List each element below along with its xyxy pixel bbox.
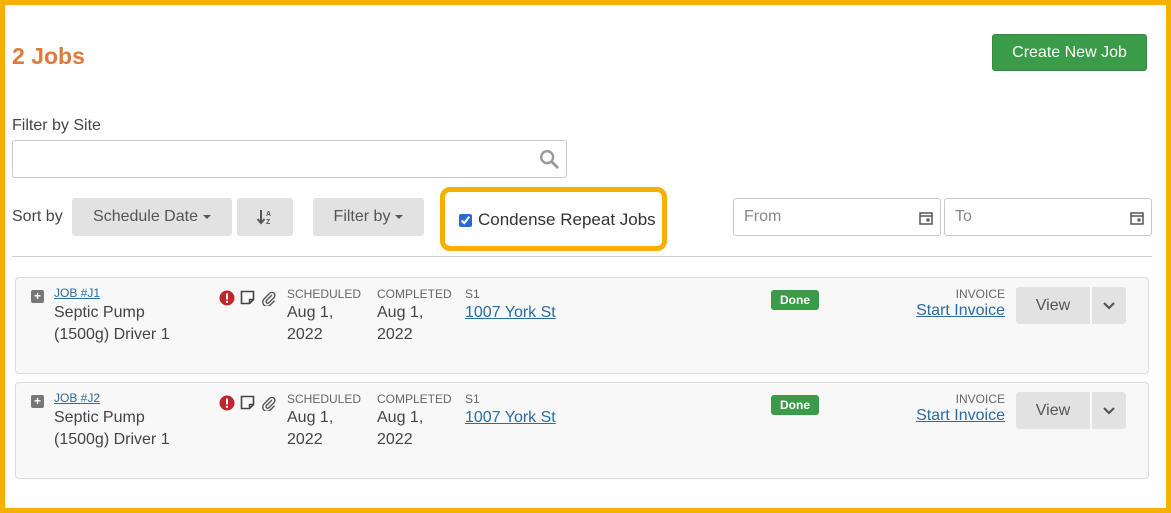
completed-label: COMPLETED <box>377 392 452 406</box>
completed-date: Aug 1, 2022 <box>377 409 424 448</box>
expand-icon[interactable]: + <box>31 290 44 303</box>
sort-direction-icon: A Z <box>256 210 271 226</box>
job-card: + JOB #J2 Septic Pump (1500g) Driver 1 S… <box>15 382 1149 479</box>
calendar-icon[interactable] <box>919 211 933 225</box>
job-indicator-icons <box>218 289 277 306</box>
search-icon[interactable] <box>538 148 560 170</box>
to-placeholder: To <box>955 208 972 225</box>
alert-icon[interactable] <box>218 289 235 306</box>
create-new-job-button[interactable]: Create New Job <box>992 34 1147 71</box>
view-button[interactable]: View <box>1016 392 1090 429</box>
paperclip-icon[interactable] <box>260 394 277 411</box>
condense-checkbox[interactable] <box>459 213 472 227</box>
status-badge: Done <box>771 290 819 310</box>
invoice-label: INVOICE <box>955 392 1005 406</box>
page-title: 2 Jobs <box>12 43 85 69</box>
completed-date: Aug 1, 2022 <box>377 304 424 343</box>
alert-icon[interactable] <box>218 394 235 411</box>
condense-repeat-jobs-toggle[interactable]: Condense Repeat Jobs <box>459 210 656 230</box>
site-address-link[interactable]: 1007 York St <box>465 407 556 429</box>
chevron-down-icon <box>1103 301 1115 310</box>
scheduled-date: Aug 1, 2022 <box>287 409 334 448</box>
scheduled-date: Aug 1, 2022 <box>287 304 334 343</box>
calendar-icon[interactable] <box>1130 211 1144 225</box>
filter-site-label: Filter by Site <box>12 117 101 134</box>
site-search-input[interactable] <box>19 142 534 176</box>
scheduled-label: SCHEDULED <box>287 287 362 301</box>
start-invoice-link[interactable]: Start Invoice <box>916 407 1005 425</box>
sort-field-dropdown[interactable]: Schedule Date <box>72 198 232 236</box>
completed-label: COMPLETED <box>377 287 452 301</box>
divider <box>12 256 1152 257</box>
caret-down-icon <box>395 215 404 219</box>
view-button[interactable]: View <box>1016 287 1090 324</box>
site-code: S1 <box>465 287 480 301</box>
from-date-field[interactable]: From <box>733 198 941 236</box>
job-indicator-icons <box>218 394 277 411</box>
job-card: + JOB #J1 Septic Pump (1500g) Driver 1 S… <box>15 277 1149 374</box>
view-options-button[interactable] <box>1092 392 1126 429</box>
sort-by-label: Sort by <box>12 208 63 225</box>
site-address-link[interactable]: 1007 York St <box>465 302 556 324</box>
app-frame: 2 Jobs Create New Job Filter by Site Sor… <box>0 0 1171 513</box>
paperclip-icon[interactable] <box>260 289 277 306</box>
invoice-label: INVOICE <box>955 287 1005 301</box>
sort-field-value: Schedule Date <box>93 208 198 225</box>
from-placeholder: From <box>744 208 782 225</box>
filter-by-label: Filter by <box>333 208 391 225</box>
note-icon[interactable] <box>239 289 256 306</box>
site-code: S1 <box>465 392 480 406</box>
start-invoice-link[interactable]: Start Invoice <box>916 302 1005 320</box>
sort-direction-button[interactable]: A Z <box>237 198 293 236</box>
filter-site-field <box>12 140 567 178</box>
job-name: Septic Pump (1500g) Driver 1 <box>54 304 170 343</box>
note-icon[interactable] <box>239 394 256 411</box>
caret-down-icon <box>202 215 211 219</box>
svg-text:A: A <box>266 211 271 218</box>
to-date-field[interactable]: To <box>944 198 1152 236</box>
scheduled-label: SCHEDULED <box>287 392 362 406</box>
status-badge: Done <box>771 395 819 415</box>
svg-text:Z: Z <box>266 219 271 226</box>
job-name: Septic Pump (1500g) Driver 1 <box>54 409 170 448</box>
condense-label: Condense Repeat Jobs <box>478 210 656 229</box>
job-number-link[interactable]: JOB #J1 <box>54 286 100 300</box>
job-number-link[interactable]: JOB #J2 <box>54 391 100 405</box>
expand-icon[interactable]: + <box>31 395 44 408</box>
filter-by-dropdown[interactable]: Filter by <box>313 198 424 236</box>
chevron-down-icon <box>1103 406 1115 415</box>
view-options-button[interactable] <box>1092 287 1126 324</box>
